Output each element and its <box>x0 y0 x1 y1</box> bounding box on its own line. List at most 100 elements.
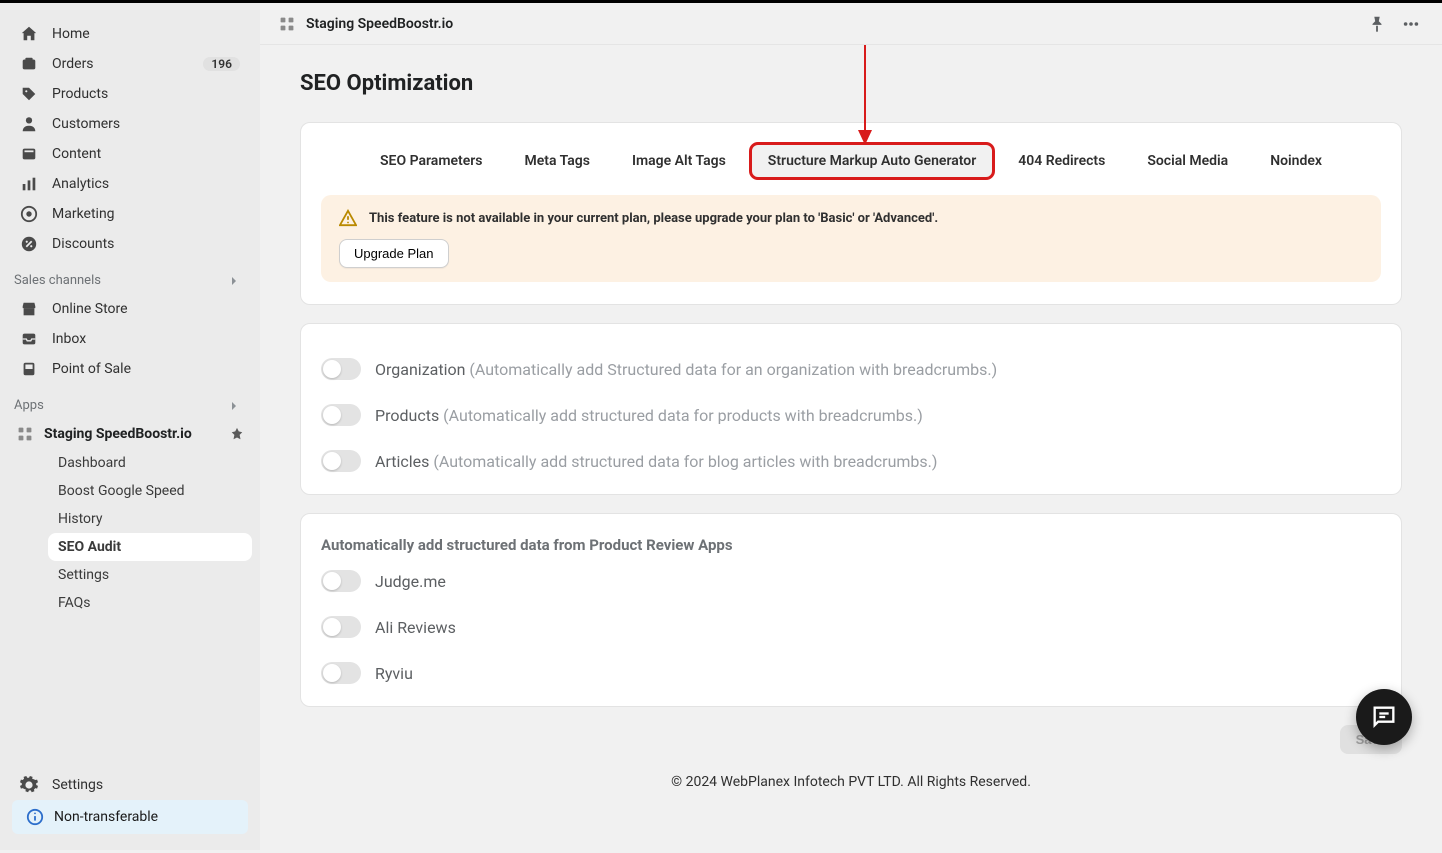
toggle-title: Organization <box>375 360 465 379</box>
sidebar-app-subnav: Dashboard Boost Google Speed History SEO… <box>8 449 252 617</box>
toggle-organization[interactable] <box>321 358 361 380</box>
sidebar-item-label: History <box>58 511 242 527</box>
sidebar-sub-faqs[interactable]: FAQs <box>48 589 252 617</box>
toggle-judgeme[interactable] <box>321 570 361 592</box>
tab-social-media[interactable]: Social Media <box>1131 145 1244 177</box>
upgrade-plan-button[interactable]: Upgrade Plan <box>339 239 449 268</box>
tabs-card: SEO Parameters Meta Tags Image Alt Tags … <box>300 122 1402 305</box>
sidebar-item-label: Orders <box>52 56 189 72</box>
sidebar-item-home[interactable]: Home <box>8 19 252 49</box>
toggle-title: Products <box>375 406 439 425</box>
sidebar-item-analytics[interactable]: Analytics <box>8 169 252 199</box>
structured-data-toggles-card: Organization (Automatically add Structur… <box>300 323 1402 495</box>
sidebar-sub-dashboard[interactable]: Dashboard <box>48 449 252 477</box>
tab-noindex[interactable]: Noindex <box>1254 145 1338 177</box>
info-icon <box>26 808 44 826</box>
content-topbar: Staging SpeedBoostr.io <box>260 3 1442 45</box>
sidebar-item-pos[interactable]: Point of Sale <box>8 354 252 384</box>
sidebar: Home Orders 196 Products Customers <box>0 3 260 850</box>
sidebar-item-label: Customers <box>52 116 240 132</box>
non-transferable-label: Non-transferable <box>54 809 158 825</box>
sidebar-item-discounts[interactable]: Discounts <box>8 229 252 259</box>
toggle-row-judgeme: Judge.me <box>321 558 1381 604</box>
sidebar-app-header[interactable]: Staging SpeedBoostr.io <box>8 419 252 449</box>
sidebar-item-customers[interactable]: Customers <box>8 109 252 139</box>
tabs-row: SEO Parameters Meta Tags Image Alt Tags … <box>321 145 1381 177</box>
main-content: Staging SpeedBoostr.io SEO Optimization … <box>260 3 1442 850</box>
sidebar-item-content[interactable]: Content <box>8 139 252 169</box>
sidebar-item-label: Boost Google Speed <box>58 483 242 499</box>
sidebar-sub-settings[interactable]: Settings <box>48 561 252 589</box>
toggle-products[interactable] <box>321 404 361 426</box>
sidebar-section-sales-channels[interactable]: Sales channels <box>8 259 252 294</box>
sidebar-item-label: Dashboard <box>58 455 242 471</box>
sidebar-sub-history[interactable]: History <box>48 505 252 533</box>
page-title: SEO Optimization <box>300 71 1402 96</box>
chevron-right-icon <box>228 275 240 287</box>
inbox-icon <box>20 330 38 348</box>
gear-icon <box>20 776 38 794</box>
sidebar-item-label: Online Store <box>52 301 240 317</box>
toggle-row-organization: Organization (Automatically add Structur… <box>321 346 1381 392</box>
toggle-desc: (Automatically add structured data for b… <box>433 452 937 471</box>
toggle-row-articles: Articles (Automatically add structured d… <box>321 438 1381 472</box>
sidebar-primary-nav: Home Orders 196 Products Customers <box>8 19 252 259</box>
sidebar-item-label: Settings <box>52 777 240 793</box>
content-icon <box>20 145 38 163</box>
sidebar-item-label: Products <box>52 86 240 102</box>
toggle-desc: (Automatically add structured data for p… <box>443 406 923 425</box>
non-transferable-banner[interactable]: Non-transferable <box>12 800 248 834</box>
sidebar-item-online-store[interactable]: Online Store <box>8 294 252 324</box>
toggle-row-alireviews: Ali Reviews <box>321 604 1381 650</box>
review-apps-card: Automatically add structured data from P… <box>300 513 1402 707</box>
home-icon <box>20 25 38 43</box>
tab-structure-markup[interactable]: Structure Markup Auto Generator <box>752 145 992 177</box>
app-icon <box>16 425 34 443</box>
sidebar-item-label: Point of Sale <box>52 361 240 377</box>
sidebar-item-products[interactable]: Products <box>8 79 252 109</box>
sidebar-item-label: SEO Audit <box>58 539 242 555</box>
chevron-right-icon <box>228 400 240 412</box>
toggle-row-products: Products (Automatically add structured d… <box>321 392 1381 438</box>
sidebar-sub-boost-google-speed[interactable]: Boost Google Speed <box>48 477 252 505</box>
toggle-articles[interactable] <box>321 450 361 472</box>
toggle-alireviews[interactable] <box>321 616 361 638</box>
warning-banner: This feature is not available in your cu… <box>321 195 1381 282</box>
store-icon <box>20 300 38 318</box>
sidebar-settings[interactable]: Settings <box>8 770 252 800</box>
sidebar-item-inbox[interactable]: Inbox <box>8 324 252 354</box>
tab-seo-parameters[interactable]: SEO Parameters <box>364 145 499 177</box>
sidebar-item-label: FAQs <box>58 595 242 611</box>
chat-fab[interactable] <box>1356 689 1412 745</box>
toggle-row-ryviu: Ryviu <box>321 650 1381 684</box>
toggle-title: Articles <box>375 452 429 471</box>
section-title-label: Apps <box>14 398 44 413</box>
toggle-title: Ali Reviews <box>375 618 456 637</box>
customers-icon <box>20 115 38 133</box>
products-icon <box>20 85 38 103</box>
sidebar-item-label: Settings <box>58 567 242 583</box>
review-section-title: Automatically add structured data from P… <box>321 536 1381 554</box>
pos-icon <box>20 360 38 378</box>
sidebar-item-marketing[interactable]: Marketing <box>8 199 252 229</box>
sidebar-sub-seo-audit[interactable]: SEO Audit <box>48 533 252 561</box>
sidebar-item-label: Analytics <box>52 176 240 192</box>
pin-button[interactable] <box>1364 11 1390 37</box>
sidebar-section-apps[interactable]: Apps <box>8 384 252 419</box>
toggle-title: Ryviu <box>375 664 413 683</box>
footer-text: © 2024 WebPlanex Infotech PVT LTD. All R… <box>300 754 1402 810</box>
sidebar-item-label: Discounts <box>52 236 240 252</box>
toggle-title: Judge.me <box>375 572 446 591</box>
tab-image-alt-tags[interactable]: Image Alt Tags <box>616 145 742 177</box>
toggle-desc: (Automatically add Structured data for a… <box>469 360 997 379</box>
tab-meta-tags[interactable]: Meta Tags <box>509 145 606 177</box>
section-title-label: Sales channels <box>14 273 101 288</box>
toggle-ryviu[interactable] <box>321 662 361 684</box>
pin-icon[interactable] <box>230 427 244 441</box>
sidebar-item-orders[interactable]: Orders 196 <box>8 49 252 79</box>
marketing-icon <box>20 205 38 223</box>
more-button[interactable] <box>1398 11 1424 37</box>
warning-icon <box>339 209 357 227</box>
tab-404-redirects[interactable]: 404 Redirects <box>1002 145 1121 177</box>
orders-icon <box>20 55 38 73</box>
